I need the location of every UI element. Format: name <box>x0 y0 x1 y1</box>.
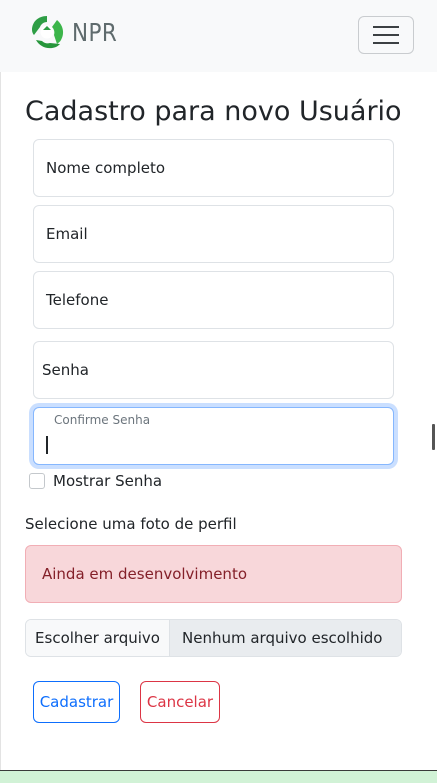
footer <box>0 770 437 783</box>
file-input[interactable]: Escolher arquivo Nenhum arquivo escolhid… <box>25 619 402 657</box>
phone-field[interactable]: Telefone <box>33 271 394 329</box>
navbar: NPR <box>0 0 437 72</box>
confirm-password-label: Confirme Senha <box>54 413 151 427</box>
dev-alert: Ainda em desenvolvimento <box>25 545 402 603</box>
confirm-password-field[interactable]: Confirme Senha <box>33 407 394 465</box>
page-title: Cadastro para novo Usuário <box>25 96 402 127</box>
navbar-toggle-button[interactable] <box>358 16 414 54</box>
page: NPR Cadastro para novo Usuário Nome comp… <box>0 0 437 783</box>
password-field[interactable]: Senha <box>33 341 394 399</box>
email-placeholder: Email <box>46 225 88 243</box>
full-name-placeholder: Nome completo <box>46 159 166 177</box>
choose-file-button[interactable]: Escolher arquivo <box>26 620 170 656</box>
show-password-checkbox[interactable] <box>29 473 45 489</box>
hamburger-menu-icon <box>373 26 399 44</box>
phone-placeholder: Telefone <box>46 291 109 309</box>
photo-label: Selecione uma foto de perfil <box>25 515 237 533</box>
show-password-label[interactable]: Mostrar Senha <box>53 472 162 490</box>
cancel-button[interactable]: Cancelar <box>140 681 220 723</box>
left-border <box>0 72 1 783</box>
file-status: Nenhum arquivo escolhido <box>170 620 401 656</box>
submit-button[interactable]: Cadastrar <box>33 681 120 723</box>
full-name-field[interactable]: Nome completo <box>33 139 394 197</box>
dev-alert-text: Ainda em desenvolvimento <box>42 565 247 583</box>
brand-name: NPR <box>72 17 118 47</box>
show-password-row[interactable]: Mostrar Senha <box>29 472 162 490</box>
scrollbar-thumb[interactable] <box>432 424 435 450</box>
email-field[interactable]: Email <box>33 205 394 263</box>
recycle-leaves-icon <box>32 16 64 49</box>
text-caret <box>46 436 48 454</box>
brand[interactable]: NPR <box>28 13 125 51</box>
password-placeholder: Senha <box>42 361 89 379</box>
